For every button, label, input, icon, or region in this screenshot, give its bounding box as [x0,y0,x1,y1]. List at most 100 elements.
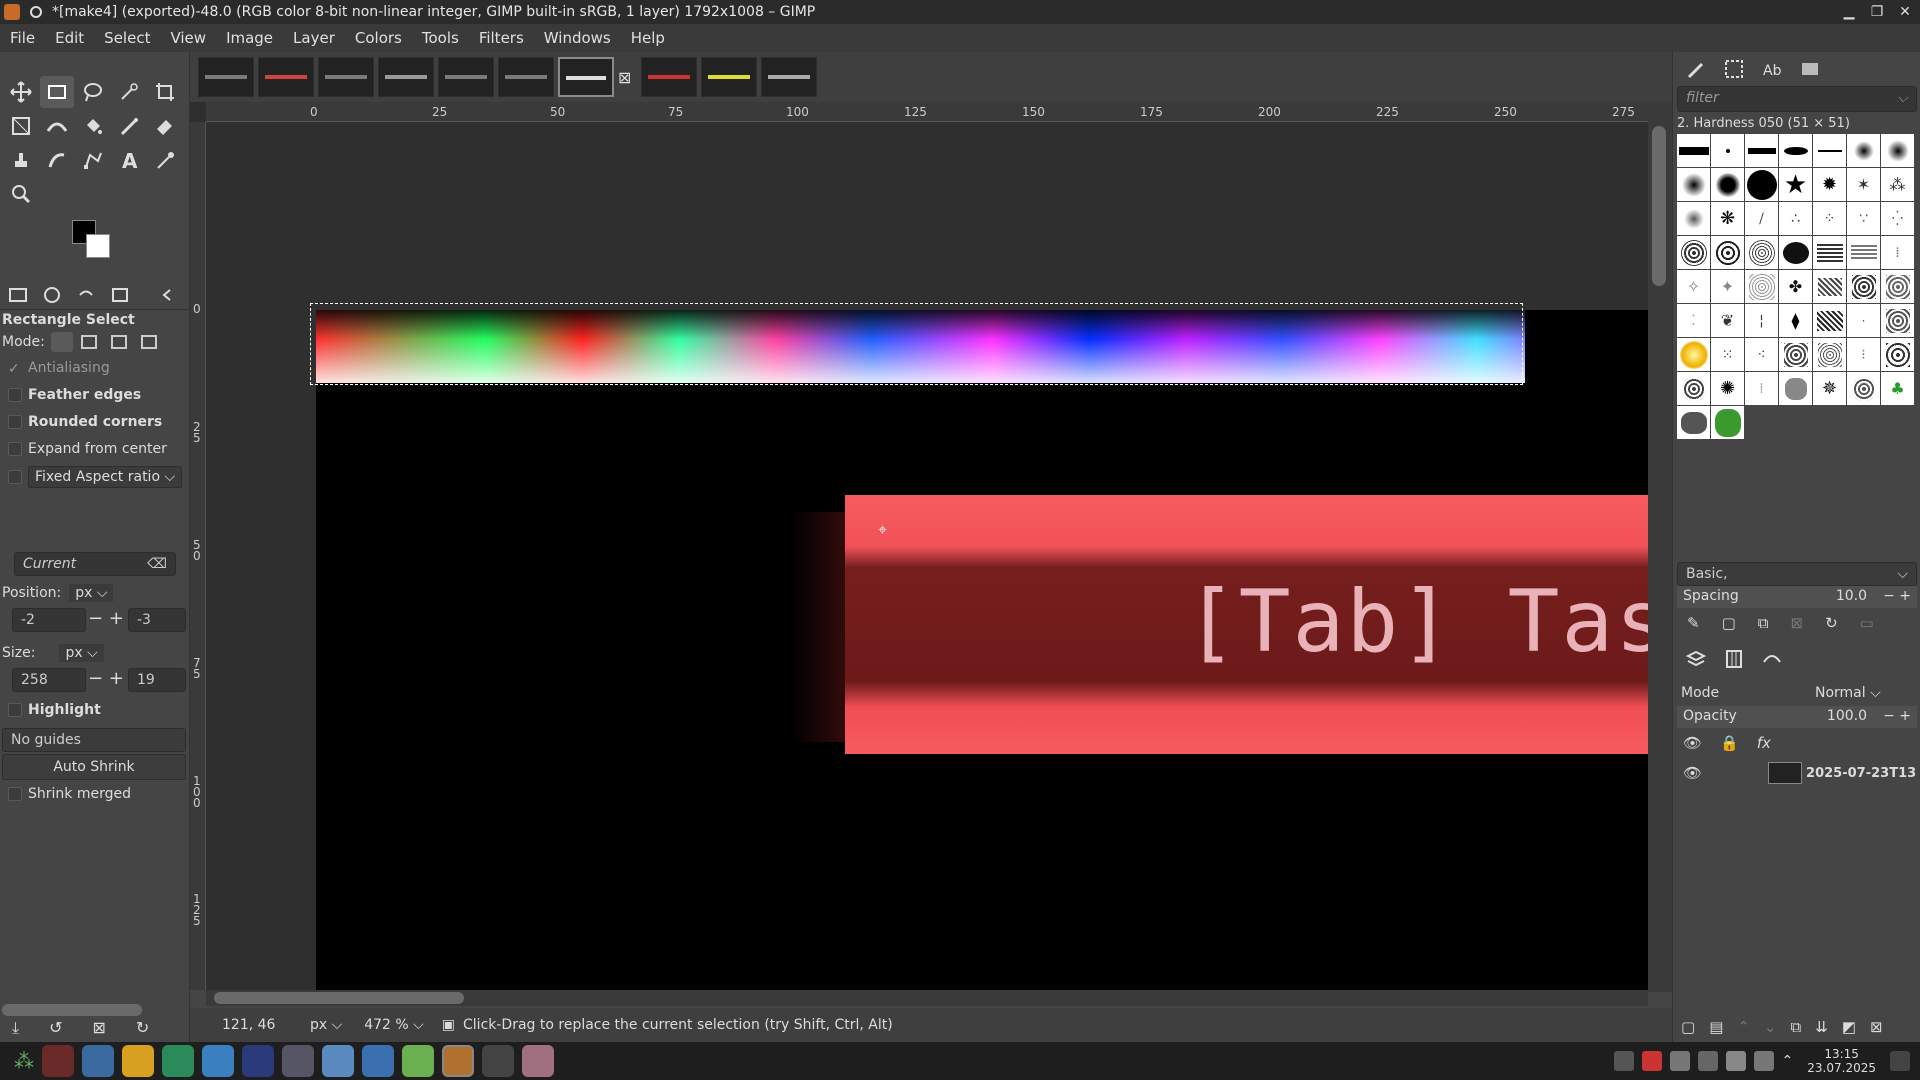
tray-icon[interactable] [1641,1051,1662,1071]
zoom-tool-icon[interactable] [4,178,38,210]
brush-item[interactable]: ∴ [1779,202,1812,235]
mode-add-icon[interactable] [80,335,97,349]
brush-item[interactable] [1677,372,1710,405]
brush-item[interactable]: ¦ [1745,304,1778,337]
fixed-aspect-dropdown[interactable]: Fixed Aspect ratio ⌵ [28,466,183,488]
brush-item[interactable] [1677,406,1710,439]
rect-select-tool-icon[interactable] [40,76,74,108]
image-tab-thumbnail[interactable] [258,57,314,97]
taskbar-app-icon[interactable] [162,1045,194,1077]
taskbar-app-icon[interactable] [122,1045,154,1077]
delete-layer-icon[interactable]: ⊠ [1870,1018,1883,1036]
brush-item[interactable] [1745,236,1778,269]
expand-from-center-option[interactable]: Expand from center [0,441,188,457]
transform-tool-icon[interactable] [4,110,38,142]
brush-item[interactable]: ✧ [1677,270,1710,303]
brush-item[interactable] [1711,406,1744,439]
device-status-tab-icon[interactable] [42,286,62,304]
menu-image[interactable]: Image [216,29,283,47]
start-menu-icon[interactable]: ⁂ [14,1049,34,1073]
brush-item[interactable]: ♣ [1881,372,1914,405]
layers-tab-icon[interactable] [1685,648,1707,670]
tray-icon[interactable] [1697,1051,1718,1071]
layer-row[interactable]: 👁 2025-07-23T13 [1677,758,1917,788]
menu-help[interactable]: Help [621,29,675,47]
taskbar-app-icon[interactable] [282,1045,314,1077]
brush-filter-input[interactable]: filter ⌵ [1677,86,1917,112]
rectangle-selection[interactable] [310,303,1523,385]
paths-tab-icon[interactable] [1761,648,1783,670]
brushes-tab-icon[interactable] [1685,58,1707,80]
brush-item[interactable]: ⁞ [1745,372,1778,405]
fg-bg-colors[interactable] [72,220,118,270]
mode-intersect-icon[interactable] [140,335,157,349]
size-w-field[interactable]: 258 [12,668,86,692]
brush-item[interactable]: ⁂ [1881,168,1914,201]
undo-history-tab-icon[interactable] [76,286,96,304]
brush-item[interactable] [1881,338,1914,371]
mode-subtract-icon[interactable] [110,335,127,349]
restore-options-icon[interactable]: ↺ [49,1018,62,1038]
brush-item[interactable] [1745,134,1778,167]
brush-item[interactable] [1847,236,1880,269]
taskbar-app-icon[interactable] [322,1045,354,1077]
brush-item[interactable] [1677,236,1710,269]
configure-tab-icon[interactable] [160,286,174,304]
brush-item[interactable]: ∵ [1847,202,1880,235]
color-picker-tool-icon[interactable] [148,144,182,176]
image-tab-thumbnail[interactable] [318,57,374,97]
edit-brush-icon[interactable]: ✎ [1687,614,1700,632]
brush-item[interactable]: ⁘ [1813,202,1846,235]
horizontal-scrollbar[interactable] [206,990,1648,1006]
gradients-tab-icon[interactable] [1799,58,1821,80]
menu-select[interactable]: Select [94,29,160,47]
brush-item[interactable] [1847,270,1880,303]
spacing-slider[interactable]: Spacing 10.0 − + [1677,586,1917,608]
image-tab-thumbnail[interactable] [438,57,494,97]
paintbrush-tool-icon[interactable] [112,110,146,142]
tray-icon[interactable] [1669,1051,1690,1071]
brush-item[interactable]: ✤ [1779,270,1812,303]
image-tab-thumbnail-active[interactable] [558,57,614,97]
brush-item[interactable] [1813,270,1846,303]
duplicate-brush-icon[interactable]: ⧉ [1758,614,1769,632]
new-brush-icon[interactable]: ▢ [1722,614,1736,632]
smudge-tool-icon[interactable] [40,144,74,176]
delete-options-icon[interactable]: ⊠ [92,1018,105,1038]
brush-preset-select[interactable]: Basic, ⌵ [1677,562,1917,586]
lower-layer-icon[interactable]: ⌄ [1764,1018,1777,1036]
eraser-tool-icon[interactable] [148,110,182,142]
brush-item[interactable]: ✹ [1813,168,1846,201]
brush-item[interactable] [1881,134,1914,167]
brush-item[interactable] [1711,134,1744,167]
move-tool-icon[interactable] [4,76,38,108]
brush-item[interactable]: ✦ [1711,270,1744,303]
brush-item[interactable]: ✵ [1813,372,1846,405]
brush-item[interactable] [1779,372,1812,405]
auto-shrink-button[interactable]: Auto Shrink [2,754,186,780]
brush-item[interactable] [1745,270,1778,303]
brush-item[interactable] [1813,134,1846,167]
open-brush-icon[interactable]: ▭ [1860,614,1874,632]
vertical-scrollbar[interactable] [1648,102,1672,992]
clock[interactable]: 13:15 23.07.2025 [1807,1047,1876,1075]
horizontal-ruler[interactable]: 0 25 50 75 100 125 150 175 200 225 250 2… [206,102,1652,122]
position-unit-select[interactable]: px ⌵ [69,584,114,602]
volume-icon[interactable] [1725,1051,1746,1071]
fx-icon[interactable]: fx [1757,734,1771,752]
toolbox-scrollbar[interactable] [2,1004,142,1016]
brush-item[interactable] [1881,270,1914,303]
brush-item[interactable] [1779,338,1812,371]
size-unit-select[interactable]: px ⌵ [59,644,104,662]
opacity-slider[interactable]: Opacity 100.0 − + [1677,706,1917,728]
new-layer-group-icon[interactable]: ▤ [1709,1018,1723,1036]
lasso-tool-icon[interactable] [76,76,110,108]
antialiasing-option[interactable]: ✓ Antialiasing [0,360,188,377]
raise-layer-icon[interactable]: ⌃ [1737,1018,1750,1036]
unit-select[interactable]: px ⌵ [310,1017,342,1033]
brush-item[interactable] [1677,134,1710,167]
brush-item[interactable] [1813,338,1846,371]
brush-item[interactable] [1779,134,1812,167]
new-layer-icon[interactable]: ▢ [1681,1018,1695,1036]
zoom-select[interactable]: 472 % ⌵ [364,1017,424,1033]
